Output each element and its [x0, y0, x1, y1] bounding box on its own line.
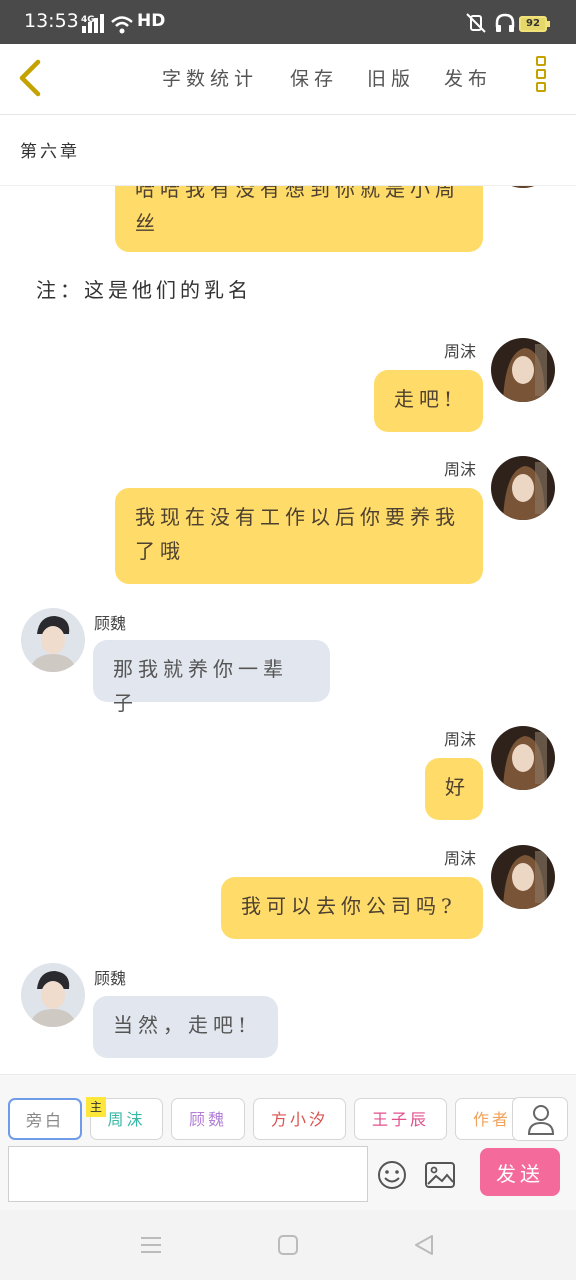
- avatar-guwei[interactable]: [21, 963, 85, 1027]
- old-version-button[interactable]: 旧版: [367, 64, 415, 91]
- avatar-zhoumo[interactable]: [491, 845, 555, 909]
- avatar-zhoumo: [491, 186, 555, 188]
- speaker-name: 周沫: [444, 730, 477, 749]
- bubble-text: 好: [445, 775, 470, 799]
- speaker-name: 顾魏: [94, 614, 127, 633]
- signal-icon: [82, 14, 104, 33]
- bubble-text: 我可以去你公司吗?: [241, 894, 457, 918]
- clock: 13:53: [24, 10, 79, 32]
- chapter-header: 第六章: [0, 115, 576, 186]
- user-icon: [527, 1105, 555, 1135]
- speaker-name: 顾魏: [94, 969, 127, 988]
- role-fangxiaoxi[interactable]: 方小汐: [253, 1098, 346, 1140]
- back-arrow-icon[interactable]: [14, 58, 44, 98]
- bubble-text: 走吧!: [394, 387, 458, 411]
- chat-bubble-partial[interactable]: 哈哈我有没有想到你就是小周丝: [115, 186, 483, 252]
- image-icon[interactable]: [424, 1160, 456, 1190]
- avatar-zhoumo[interactable]: [491, 456, 555, 520]
- bubble-text: 我现在没有工作以后你要养我了哦: [135, 505, 460, 563]
- back-triangle-icon[interactable]: [412, 1234, 436, 1256]
- avatar-guwei[interactable]: [21, 608, 85, 672]
- wifi-icon: [111, 16, 133, 34]
- speaker-name: 周沫: [444, 460, 477, 479]
- emoji-icon[interactable]: [376, 1159, 408, 1191]
- composer-panel: 旁白 周沫 主 顾魏 方小汐 王子辰 作者 发送: [0, 1074, 576, 1211]
- home-icon[interactable]: [277, 1234, 299, 1256]
- battery-tip: [547, 21, 550, 27]
- chat-bubble-right[interactable]: 走吧!: [374, 370, 483, 432]
- main-role-badge: 主: [86, 1097, 106, 1117]
- chat-bubble-left[interactable]: 那我就养你一辈子: [93, 640, 330, 715]
- bubble-text: 哈哈我有没有想到你就是小周丝: [135, 186, 460, 235]
- chapter-title[interactable]: 第六章: [20, 137, 80, 162]
- publish-button[interactable]: 发布: [444, 64, 492, 91]
- hd-indicator: HD: [137, 11, 166, 31]
- narration-line[interactable]: 注：这是他们的乳名: [36, 274, 252, 303]
- chat-area[interactable]: 哈哈我有没有想到你就是小周丝 注：这是他们的乳名 周沫 走吧! 周沫 我现在没有…: [0, 186, 576, 1074]
- chat-bubble-right[interactable]: 好: [425, 758, 483, 820]
- more-menu-icon[interactable]: [536, 56, 552, 102]
- speaker-name: 周沫: [444, 849, 477, 868]
- avatar-zhoumo[interactable]: [491, 338, 555, 402]
- role-wangzichen[interactable]: 王子辰: [354, 1098, 447, 1140]
- role-guwei[interactable]: 顾魏: [171, 1098, 245, 1140]
- vibrate-mute-icon: [466, 13, 486, 33]
- add-role-button[interactable]: [512, 1097, 568, 1141]
- battery-level: 92: [526, 18, 540, 29]
- chat-bubble-right[interactable]: 我现在没有工作以后你要养我了哦: [115, 488, 483, 584]
- word-count-button[interactable]: 字数统计: [162, 64, 258, 91]
- headphones-icon: [495, 13, 515, 32]
- save-button[interactable]: 保存: [290, 64, 338, 91]
- bubble-text: 那我就养你一辈子: [113, 657, 288, 715]
- speaker-name: 周沫: [444, 342, 477, 361]
- send-button[interactable]: 发送: [480, 1148, 560, 1196]
- menu-icon[interactable]: [139, 1234, 163, 1256]
- chat-bubble-left[interactable]: 当然，走吧!: [93, 996, 278, 1058]
- avatar-zhoumo[interactable]: [491, 726, 555, 790]
- bubble-text: 当然，走吧!: [113, 1013, 252, 1037]
- system-nav-bar: [0, 1210, 576, 1280]
- role-narrator[interactable]: 旁白: [8, 1098, 82, 1140]
- message-input[interactable]: [8, 1146, 368, 1202]
- chat-bubble-right[interactable]: 我可以去你公司吗?: [221, 877, 483, 939]
- battery-icon: 92: [519, 16, 547, 32]
- status-bar: 13:53 4G HD 92: [0, 0, 576, 44]
- editor-toolbar: 字数统计 保存 旧版 发布: [0, 44, 576, 115]
